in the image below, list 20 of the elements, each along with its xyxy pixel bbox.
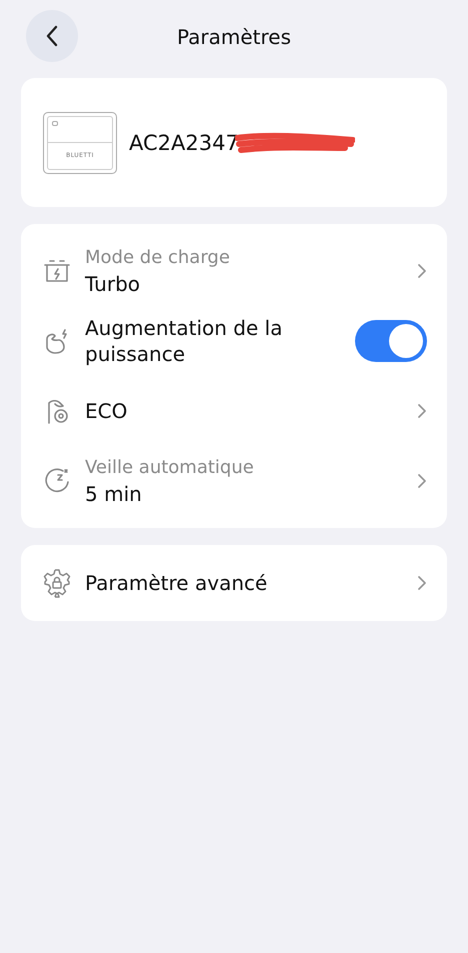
chevron-right-icon <box>417 403 427 419</box>
back-button[interactable] <box>26 10 78 62</box>
chevron-right-icon <box>417 575 427 591</box>
setting-value: Turbo <box>85 272 142 296</box>
setting-title: Augmentation de la puissance <box>85 315 284 367</box>
setting-item[interactable]: Veille automatique 5 min <box>21 446 447 516</box>
setting-title: ECO <box>85 399 128 423</box>
setting-value: 5 min <box>85 482 143 506</box>
gear-lock-icon <box>41 567 73 599</box>
setting-label: Veille automatique <box>85 456 255 478</box>
setting-title: Paramètre avancé <box>85 571 268 595</box>
chevron-right-icon <box>417 263 427 279</box>
device-serial: AC2A2347 <box>129 130 239 154</box>
setting-item[interactable]: ECO <box>21 376 447 446</box>
page-title: Paramètres <box>176 25 292 49</box>
setting-label: Mode de charge <box>85 246 231 268</box>
chevron-right-icon <box>417 473 427 489</box>
toggle-switch[interactable] <box>355 320 427 362</box>
setting-item[interactable]: Mode de charge Turbo <box>21 236 447 306</box>
chevron-left-icon <box>45 25 59 47</box>
